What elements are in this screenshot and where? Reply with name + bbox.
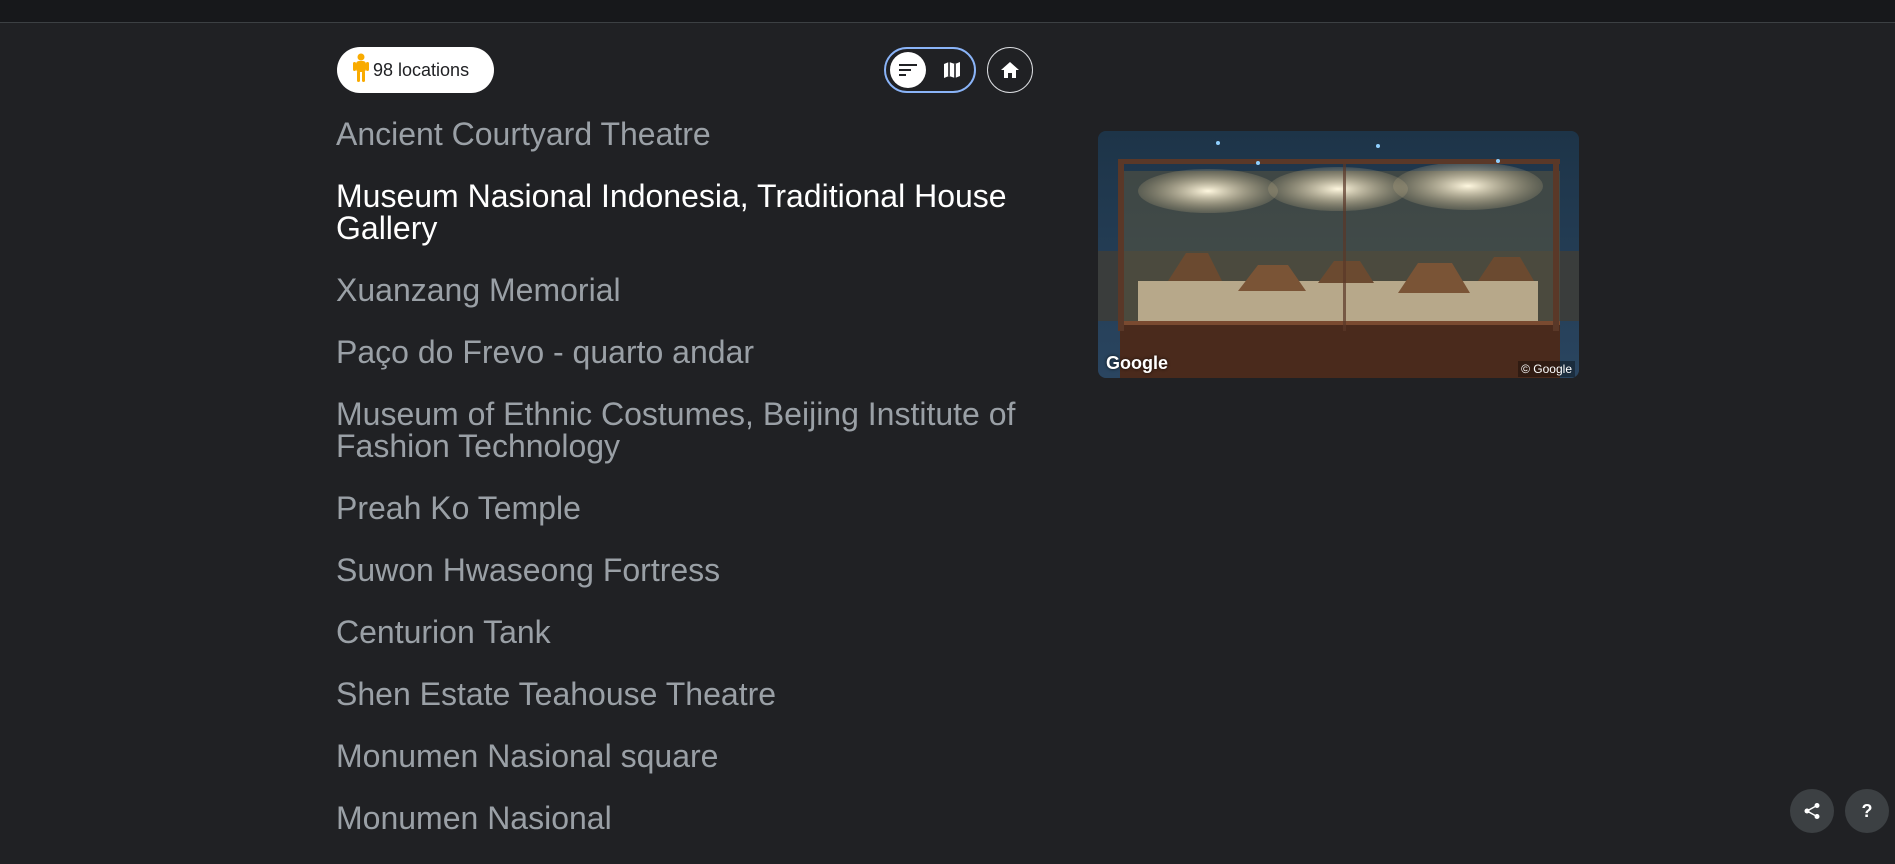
museum-gallery-photo bbox=[1098, 131, 1579, 378]
help-button[interactable]: ? bbox=[1845, 789, 1889, 833]
location-item[interactable]: Shen Estate Teahouse Theatre bbox=[336, 678, 1056, 710]
share-icon bbox=[1804, 803, 1820, 819]
location-list: Ancient Courtyard Theatre Museum Nasiona… bbox=[336, 118, 1056, 864]
location-item-selected[interactable]: Museum Nasional Indonesia, Traditional H… bbox=[336, 180, 1056, 244]
list-icon bbox=[899, 64, 917, 76]
view-toggle bbox=[884, 47, 976, 93]
location-item[interactable]: Paço do Frevo - quarto andar bbox=[336, 336, 1056, 368]
locations-count-label: 98 locations bbox=[373, 59, 470, 80]
location-item[interactable]: Suwon Hwaseong Fortress bbox=[336, 554, 1056, 586]
copyright-label: © Google bbox=[1518, 361, 1575, 377]
home-button[interactable] bbox=[987, 47, 1033, 93]
location-item[interactable]: Centurion Tank bbox=[336, 616, 1056, 648]
location-item[interactable]: Preah Ko Temple bbox=[336, 492, 1056, 524]
help-icon: ? bbox=[1861, 800, 1873, 821]
top-bar bbox=[0, 0, 1895, 23]
location-item[interactable]: Xuanzang Memorial bbox=[336, 274, 1056, 306]
location-preview-image[interactable]: Google © Google bbox=[1098, 131, 1579, 378]
map-icon bbox=[944, 62, 960, 78]
location-item[interactable]: Monumen Nasional square bbox=[336, 740, 1056, 772]
home-icon bbox=[1001, 62, 1019, 78]
share-button[interactable] bbox=[1790, 789, 1834, 833]
location-item[interactable]: Monumen Nasional bbox=[336, 802, 1056, 834]
location-item[interactable]: Museum of Ethnic Costumes, Beijing Insti… bbox=[336, 398, 1056, 462]
location-item[interactable]: Ancient Courtyard Theatre bbox=[336, 118, 1056, 150]
google-logo: Google bbox=[1106, 353, 1168, 373]
pegman-icon bbox=[353, 53, 373, 88]
locations-count-button[interactable]: 98 locations bbox=[337, 47, 494, 93]
map-view-button[interactable] bbox=[934, 52, 970, 88]
list-view-button[interactable] bbox=[890, 52, 926, 88]
